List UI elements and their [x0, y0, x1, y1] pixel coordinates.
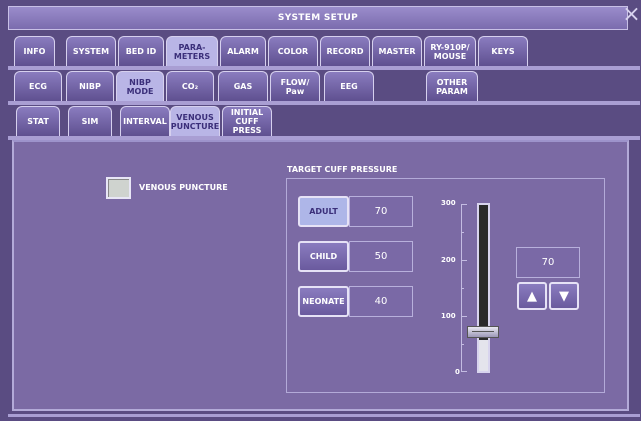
decrease-button[interactable]: ▼	[549, 282, 579, 310]
tab-gas[interactable]: GAS	[218, 71, 268, 101]
pressure-readout: 70	[516, 247, 580, 278]
tab-row-divider	[8, 101, 640, 105]
child-value: 50	[349, 241, 413, 272]
scale-tick	[461, 204, 467, 205]
pressure-slider-fill	[479, 340, 488, 371]
tab-nibp-mode[interactable]: NIBP MODE	[116, 71, 164, 101]
neonate-value: 40	[349, 286, 413, 317]
scale-tick	[461, 288, 464, 289]
tab-stat[interactable]: STAT	[16, 106, 60, 136]
window-title: SYSTEM SETUP	[8, 6, 628, 30]
tab-eeg[interactable]: EEG	[324, 71, 374, 101]
close-icon[interactable]: ×	[622, 4, 641, 30]
scale-label-mid: 200	[441, 256, 456, 264]
target-cuff-title: TARGET CUFF PRESSURE	[287, 165, 398, 174]
down-arrow-icon: ▼	[559, 288, 569, 304]
tab-initial-cuff-press[interactable]: INITIAL CUFF PRESS	[222, 106, 272, 136]
tab-venous-puncture[interactable]: VENOUS PUNCTURE	[170, 106, 220, 136]
tab-other-param[interactable]: OTHER PARAM	[426, 71, 478, 101]
venous-puncture-checkbox[interactable]	[106, 177, 131, 199]
scale-tick	[461, 260, 467, 261]
scale-label-max: 300	[441, 199, 456, 207]
tab-interval[interactable]: INTERVAL	[120, 106, 170, 136]
pressure-slider-thumb[interactable]	[467, 326, 499, 339]
tab-row-divider	[8, 66, 640, 70]
tab-system[interactable]: SYSTEM	[66, 36, 116, 66]
scale-tick	[461, 232, 464, 233]
tab-co2[interactable]: CO₂	[166, 71, 214, 101]
tab-flow-paw[interactable]: FLOW/ Paw	[270, 71, 320, 101]
bottom-divider	[8, 414, 640, 417]
scale-tick	[461, 316, 467, 317]
tab-parameters[interactable]: PARA- METERS	[166, 36, 218, 66]
tab-color[interactable]: COLOR	[268, 36, 318, 66]
venous-puncture-label: VENOUS PUNCTURE	[139, 183, 228, 192]
tab-info[interactable]: INFO	[14, 36, 55, 66]
scale-label-min: 0	[455, 368, 460, 376]
adult-value: 70	[349, 196, 413, 227]
neonate-button[interactable]: NEONATE	[298, 286, 349, 317]
scale-tick	[461, 371, 467, 372]
tab-sim[interactable]: SIM	[68, 106, 112, 136]
tab-keys[interactable]: KEYS	[478, 36, 528, 66]
adult-button[interactable]: ADULT	[298, 196, 349, 227]
increase-button[interactable]: ▲	[517, 282, 547, 310]
tab-nibp[interactable]: NIBP	[66, 71, 114, 101]
scale-tick	[461, 344, 464, 345]
tab-record[interactable]: RECORD	[320, 36, 370, 66]
tab-alarm[interactable]: ALARM	[220, 36, 266, 66]
scale-label-low: 100	[441, 312, 456, 320]
tab-master[interactable]: MASTER	[372, 36, 422, 66]
child-button[interactable]: CHILD	[298, 241, 349, 272]
tab-bed-id[interactable]: BED ID	[118, 36, 164, 66]
up-arrow-icon: ▲	[527, 288, 537, 304]
pressure-slider-track[interactable]	[477, 203, 490, 373]
tab-mouse[interactable]: RY-910P/ MOUSE	[424, 36, 476, 66]
tab-ecg[interactable]: ECG	[14, 71, 62, 101]
